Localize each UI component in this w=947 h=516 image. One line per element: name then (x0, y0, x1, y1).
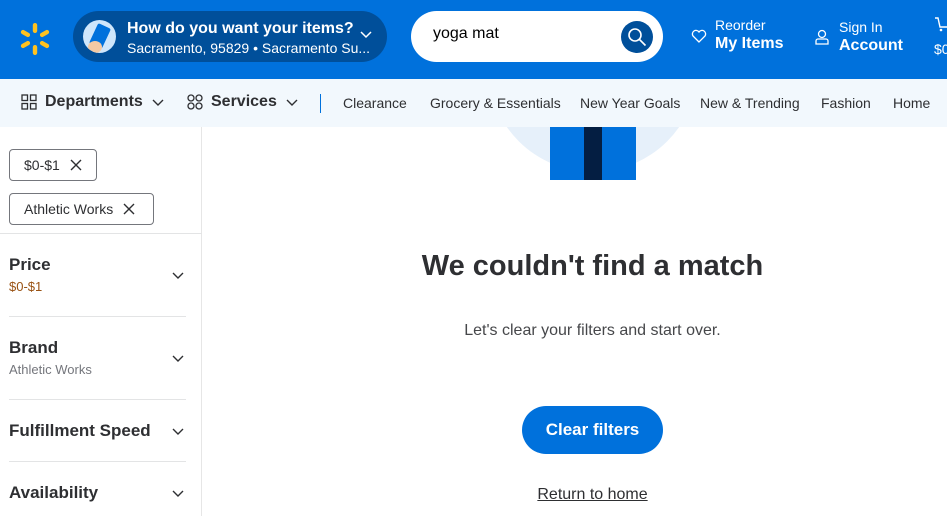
clear-filters-button[interactable]: Clear filters (522, 406, 663, 454)
walmart-spark-logo[interactable] (18, 22, 52, 56)
divider (0, 233, 202, 234)
divider (9, 461, 186, 462)
nav-bar: Departments Services Clearance Grocery &… (0, 79, 947, 127)
my-items-label: My Items (715, 35, 784, 52)
page-title: We couldn't find a match (421, 250, 764, 282)
cart-total: $0 (934, 41, 947, 57)
reorder-my-items-link[interactable]: Reorder My Items (691, 17, 783, 53)
departments-label: Departments (45, 93, 143, 110)
departments-menu[interactable]: Departments (21, 93, 165, 111)
chevron-down-icon (152, 99, 164, 106)
no-results-panel: We couldn't find a match Let's clear you… (203, 127, 947, 516)
fulfillment-title: How do you want your items? (127, 20, 354, 37)
phone-hand-icon (83, 20, 116, 53)
chevron-down-icon (172, 490, 184, 497)
cart-icon (935, 17, 947, 32)
facet-price[interactable]: Price $0-$1 (9, 255, 186, 294)
facet-label: Price (9, 255, 51, 274)
search-button[interactable] (621, 21, 653, 53)
facet-label: Fulfillment Speed (9, 421, 151, 440)
chevron-down-icon (286, 99, 298, 106)
facet-label: Availability (9, 483, 99, 502)
chevron-down-icon (172, 428, 184, 435)
account-label: Account (839, 37, 903, 54)
nav-divider (320, 94, 321, 113)
nav-link-new-trending[interactable]: New & Trending (700, 95, 800, 111)
reorder-label: Reorder (715, 17, 766, 33)
facet-availability[interactable]: Availability (9, 483, 186, 503)
user-icon (815, 29, 829, 45)
nav-link-home[interactable]: Home (893, 95, 930, 111)
search-icon (628, 28, 647, 47)
nav-link-clearance[interactable]: Clearance (343, 95, 407, 111)
filter-chip-brand[interactable]: Athletic Works (9, 193, 154, 225)
chevron-down-icon (172, 272, 184, 279)
filter-sidebar: $0-$1 Athletic Works Price $0-$1 Brand A… (0, 127, 202, 516)
filter-chip-price[interactable]: $0-$1 (9, 149, 97, 181)
chip-label: $0-$1 (24, 157, 60, 173)
facet-brand[interactable]: Brand Athletic Works (9, 338, 186, 377)
close-icon[interactable] (70, 159, 82, 171)
chevron-down-icon (172, 355, 184, 362)
heart-icon (691, 29, 707, 43)
services-label: Services (211, 93, 277, 110)
search-input[interactable] (433, 25, 613, 43)
grid-icon (21, 94, 37, 110)
facet-fulfillment-speed[interactable]: Fulfillment Speed (9, 421, 186, 441)
nav-link-fashion[interactable]: Fashion (821, 95, 871, 111)
sign-in-account-link[interactable]: Sign In Account (815, 19, 903, 55)
divider (9, 399, 186, 400)
divider (9, 316, 186, 317)
close-icon[interactable] (123, 203, 135, 215)
chevron-down-icon (359, 27, 373, 46)
search-bar (411, 11, 663, 62)
header-bar: How do you want your items? Sacramento, … (0, 0, 947, 79)
sign-in-label: Sign In (839, 19, 883, 35)
fulfillment-selector[interactable]: How do you want your items? Sacramento, … (73, 11, 387, 62)
no-results-illustration (488, 127, 698, 180)
fulfillment-location: Sacramento, 95829 • Sacramento Su... (127, 40, 371, 56)
services-icon (187, 94, 203, 110)
chip-label: Athletic Works (24, 201, 114, 217)
return-home-link[interactable]: Return to home (537, 486, 647, 503)
facet-value: Athletic Works (9, 362, 92, 377)
services-menu[interactable]: Services (187, 93, 299, 111)
nav-link-new-year-goals[interactable]: New Year Goals (580, 95, 680, 111)
no-results-message: Let's clear your filters and start over. (464, 322, 721, 339)
facet-value: $0-$1 (9, 279, 43, 294)
facet-label: Brand (9, 338, 59, 357)
nav-link-grocery[interactable]: Grocery & Essentials (430, 95, 561, 111)
cart-button[interactable]: $0 (934, 16, 947, 57)
